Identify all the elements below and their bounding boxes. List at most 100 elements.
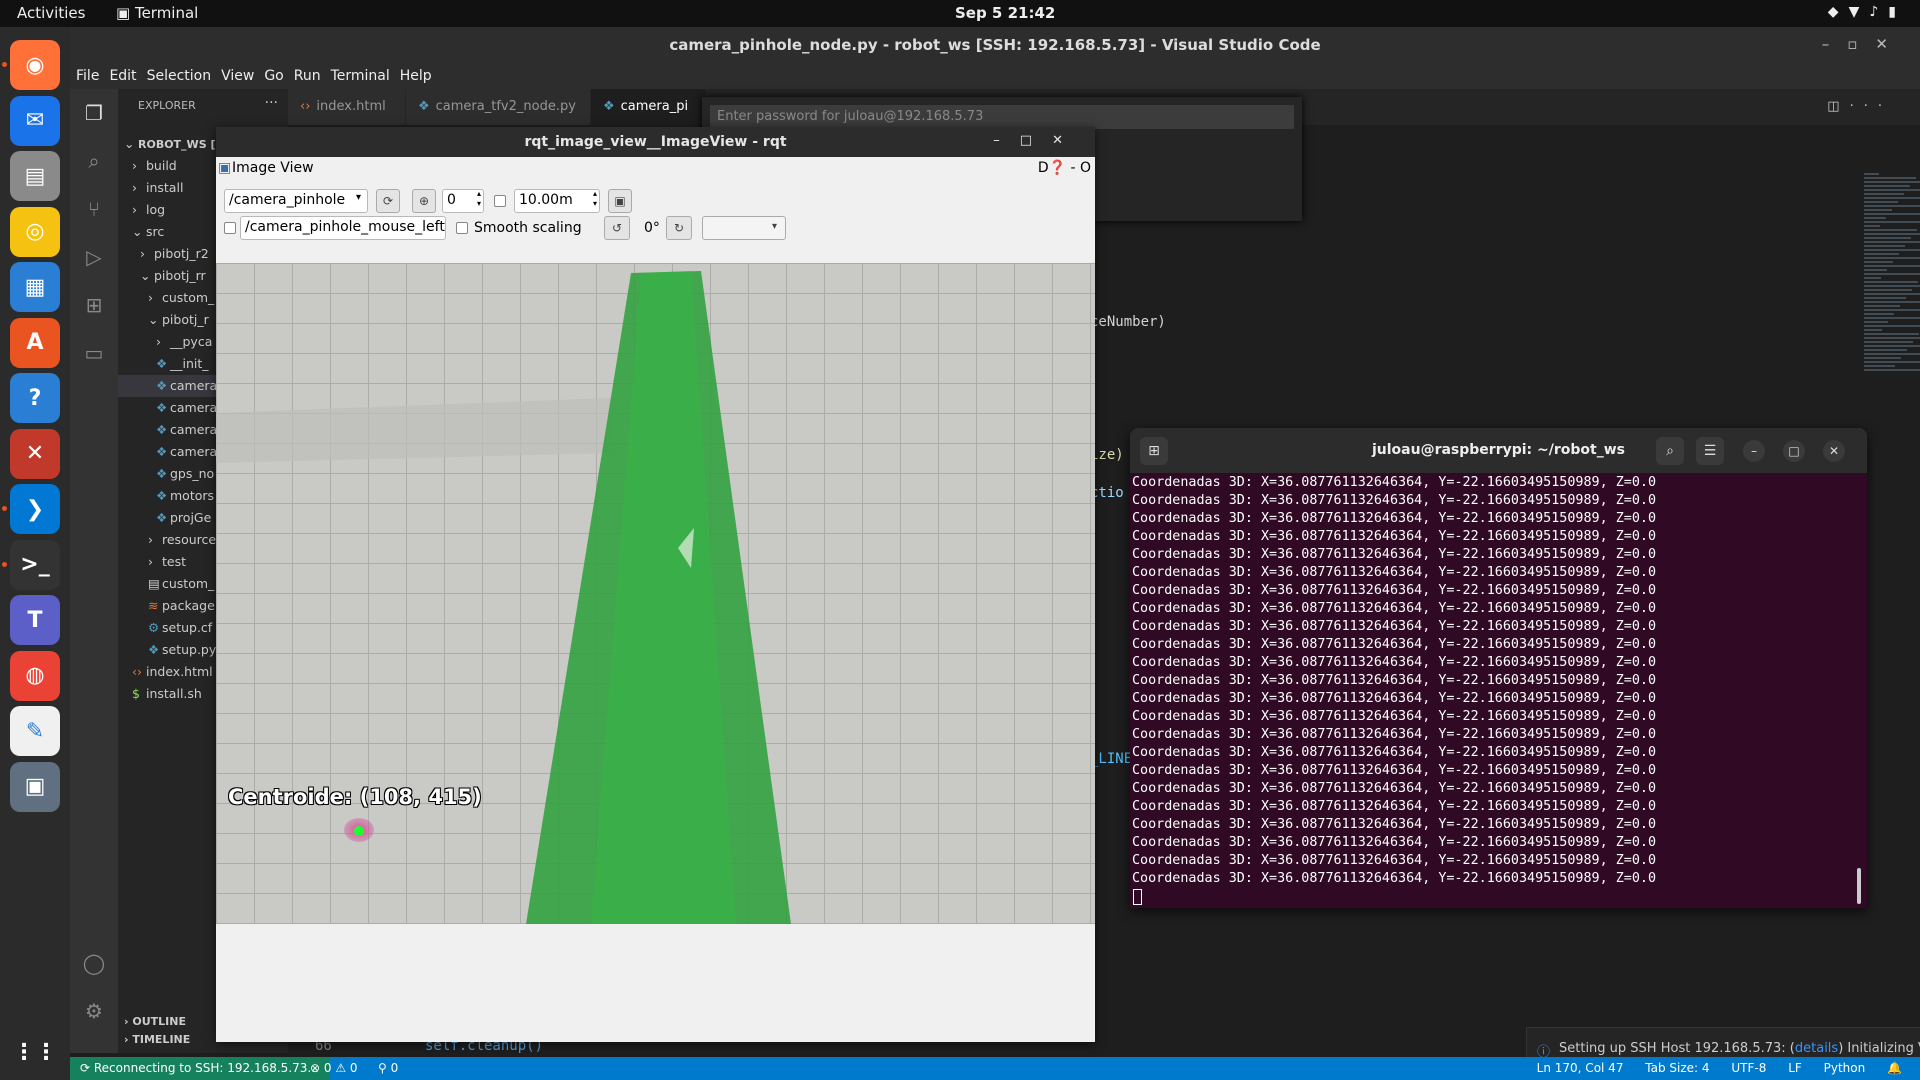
terminal-icon[interactable]: >_ [10,539,60,590]
battery-icon[interactable]: ▮ [1888,4,1906,20]
mouse-topic-input[interactable]: /camera_pinhole_mouse_left [240,216,446,240]
problems-indicator[interactable]: ⊗ 0 ⚠ 0 [310,1061,358,1075]
rotate-right-button[interactable]: ↻ [666,216,692,240]
explorer-icon[interactable]: ❐ [82,101,106,125]
search-button[interactable]: ⌕ [1656,437,1684,465]
terminal-line: Coordenadas 3D: X=36.087761132646364, Y=… [1132,799,1657,814]
image-viewer-icon[interactable]: ▣ [10,761,60,812]
editor-tab[interactable]: ‹› index.html [288,89,406,125]
timeline-section[interactable]: › TIMELINE [124,1033,190,1046]
files-icon[interactable]: ▤ [10,151,60,201]
outline-section[interactable]: › OUTLINE [124,1015,186,1028]
zoom-fit-button[interactable]: ⊕ [412,189,436,213]
teams-icon[interactable]: T [10,595,60,645]
settings-gear-icon[interactable]: ⚙ [82,999,106,1023]
password-input[interactable]: Enter password for juloau@192.168.5.73 [710,105,1294,129]
clock[interactable]: Sep 5 21:42 [955,4,1055,22]
cursor-position[interactable]: Ln 170, Col 47 [1537,1061,1624,1075]
menu-selection[interactable]: Selection [147,68,212,84]
language-mode[interactable]: Python [1824,1061,1866,1075]
text-editor-icon[interactable]: ✎ [10,706,60,756]
camera-image[interactable]: Centroide: (108, 415) [216,263,1095,924]
minimap-line [1864,201,1898,203]
minimap-line [1864,233,1920,235]
more-icon[interactable]: ··· [1850,99,1892,114]
maximize-button[interactable]: □ [1783,440,1805,462]
tree-item-label: pibotj_rr [154,268,206,283]
terminal-line: Coordenadas 3D: X=36.087761132646364, Y=… [1132,529,1657,544]
menu-run[interactable]: Run [294,68,321,84]
accounts-icon[interactable]: ◯ [82,951,106,975]
editor-tab[interactable]: ❖ camera_pi [591,89,706,125]
encoding[interactable]: UTF-8 [1731,1061,1766,1075]
tab-size[interactable]: Tab Size: 4 [1645,1061,1709,1075]
teams-tray-icon[interactable]: ◆ [1828,4,1849,20]
rotate-left-button[interactable]: ↺ [604,216,630,240]
app-menu[interactable]: ▣ Terminal [116,4,198,22]
rhythmbox-icon[interactable]: ◎ [10,206,60,257]
menu-go[interactable]: Go [264,68,283,84]
terminal-output[interactable]: Coordenadas 3D: X=36.087761132646364, Y=… [1132,474,1852,904]
volume-icon[interactable]: ♪ [1869,4,1888,20]
extensions-icon[interactable]: ⊞ [82,293,106,317]
minimize-icon[interactable]: – [1822,35,1848,53]
menu-edit[interactable]: Edit [109,68,136,84]
details-link[interactable]: details [1795,1041,1838,1056]
more-actions-icon[interactable]: ··· [265,95,278,111]
color-scheme-select[interactable]: ▾ [702,216,786,240]
activities-button[interactable]: Activities [17,4,85,22]
maximize-icon[interactable]: □ [1020,133,1052,148]
minimize-icon[interactable]: – [993,133,1020,148]
close-icon[interactable]: ✕ [1052,133,1083,148]
source-control-icon[interactable]: ⑂ [82,197,106,221]
save-image-button[interactable]: ▣ [608,189,632,213]
terminal-scrollbar[interactable] [1857,868,1861,904]
show-apps-icon[interactable]: ⋮⋮ [10,1027,60,1077]
firefox-icon[interactable]: ◉ [10,40,60,90]
close-button[interactable]: ✕ [1823,440,1845,462]
bell-icon[interactable]: 🔔 [1887,1061,1902,1075]
app-center-icon[interactable]: A [10,317,60,368]
editor-tab[interactable]: ❖ camera_tfv2_node.py [406,89,591,125]
menu-terminal[interactable]: Terminal [331,68,390,84]
chevron-down-icon: ⌄ [124,136,135,151]
ports-indicator[interactable]: ⚲ 0 [378,1061,398,1075]
minimap-line [1864,325,1920,327]
refresh-topics-button[interactable]: ⟳ [376,189,400,213]
wifi-icon[interactable]: ▼ [1849,4,1870,20]
menu-help[interactable]: Help [400,68,432,84]
minimize-button[interactable]: – [1743,440,1765,462]
tree-item-label: src [146,224,165,239]
publish-click-checkbox[interactable] [224,222,236,234]
vscode-title-bar: camera_pinhole_node.py - robot_ws [SSH: … [70,27,1920,63]
xmind-icon[interactable]: ✕ [10,428,60,479]
restore-icon[interactable]: ▫ [1847,35,1875,53]
system-tray[interactable]: ◆▼♪▮ [1828,4,1906,20]
dock-buttons[interactable]: D❓ - O [1038,160,1091,176]
thunderbird-icon[interactable]: ✉ [10,95,60,146]
topic-select[interactable]: /camera_pinhole ▾ [224,189,368,213]
help-icon[interactable]: ? [10,373,60,423]
libreoffice-writer-icon[interactable]: ▦ [10,262,60,312]
html-file-icon: ‹› [132,664,142,679]
sync-icon: ⟳ [80,1061,94,1075]
minimap[interactable] [1864,173,1920,373]
chrome-icon[interactable]: ◍ [10,650,60,701]
smooth-scaling-checkbox[interactable] [456,222,468,234]
menu-view[interactable]: View [221,68,254,84]
zoom-spinbox[interactable]: 0 ▴ ▾ [442,189,484,213]
menu-button[interactable]: ☰ [1696,437,1724,465]
max-range-spinbox[interactable]: 10.00m ▴ ▾ [514,189,600,213]
split-editor-icon[interactable]: ◫ [1827,99,1849,114]
terminal-line: Coordenadas 3D: X=36.087761132646364, Y=… [1132,547,1657,562]
max-range-checkbox[interactable] [494,195,506,207]
search-icon[interactable]: ⌕ [82,149,106,173]
remote-explorer-icon[interactable]: ▭ [82,341,106,365]
run-debug-icon[interactable]: ▷ [82,245,106,269]
vscode-icon[interactable]: ❯ [10,484,60,534]
close-icon[interactable]: ✕ [1875,35,1906,53]
eol[interactable]: LF [1788,1061,1802,1075]
menu-file[interactable]: File [76,68,99,84]
remote-indicator[interactable]: ⟳ Reconnecting to SSH: 192.168.5.73... [70,1057,329,1080]
search-icon: ⌕ [1666,443,1674,459]
